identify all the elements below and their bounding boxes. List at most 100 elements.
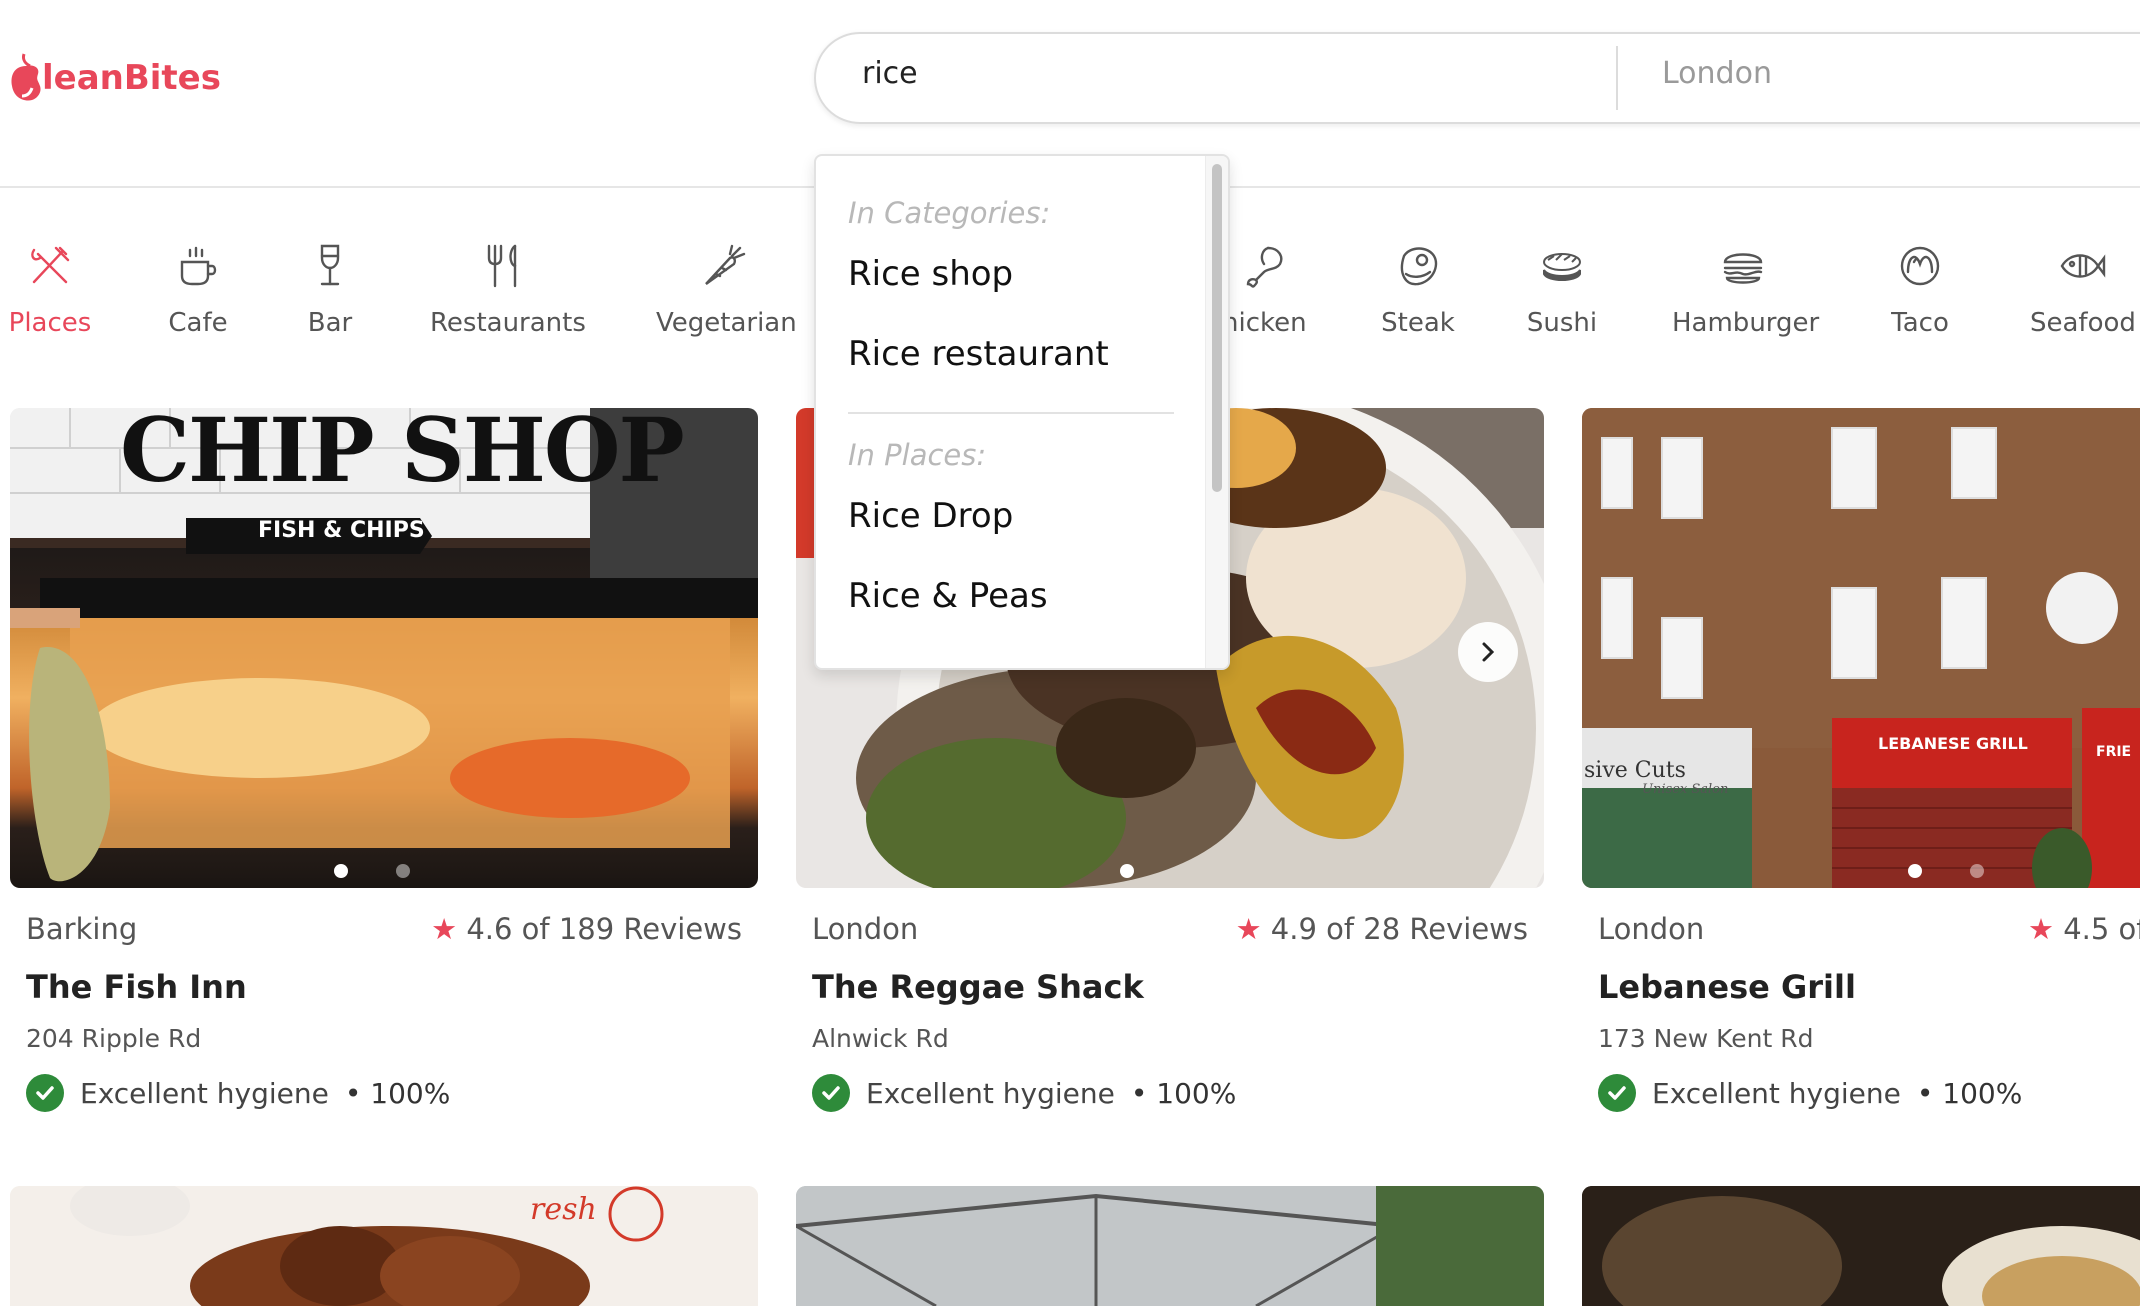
category-cafe[interactable]: Cafe (160, 236, 236, 338)
wine-glass-icon (320, 244, 340, 286)
logo-text: leanBites (42, 58, 221, 98)
category-steak[interactable]: Steak (1376, 236, 1460, 338)
hygiene-rating: Excellent hygiene • 100% (1598, 1074, 2022, 1112)
category-bar[interactable]: Bar (300, 236, 360, 338)
category-seafood[interactable]: Seafood (2030, 236, 2136, 338)
carousel-next-button[interactable] (1458, 622, 1518, 682)
rating-text: 4.9 of 28 Reviews (1270, 912, 1528, 946)
category-chicken[interactable]: hicken (1222, 236, 1307, 338)
place-city: Barking (26, 912, 138, 946)
rating-text: 4.6 of 189 Reviews (466, 912, 742, 946)
carousel-dots (1908, 864, 1984, 878)
category-sushi[interactable]: Sushi (1524, 236, 1600, 338)
category-label: Taco (1891, 308, 1949, 338)
category-hamburger[interactable]: Hamburger (1672, 236, 1820, 338)
place-rating: ★ 4.5 of (2028, 912, 2140, 946)
hygiene-label: Excellent hygiene (1652, 1076, 1901, 1110)
fish-icon (2060, 254, 2106, 278)
wings-photo (10, 1186, 758, 1306)
category-label: Cafe (168, 308, 228, 338)
hygiene-label: Excellent hygiene (866, 1076, 1115, 1110)
photo-wrapper-text: resh (530, 1192, 597, 1227)
hygiene-rating: Excellent hygiene • 100% (26, 1074, 450, 1112)
cleanbites-logo[interactable]: leanBites (8, 48, 221, 108)
storefront-sign-right: LEBANESE GRILL (1878, 734, 2028, 753)
check-circle-icon (812, 1074, 850, 1112)
category-restaurants[interactable]: Restaurants (430, 236, 586, 338)
category-label: Bar (307, 308, 353, 338)
dropdown-separator (848, 412, 1174, 414)
check-circle-icon (1598, 1074, 1636, 1112)
suggestion-rice-drop[interactable]: Rice Drop (848, 496, 1013, 536)
hamburger-icon (1723, 253, 1763, 284)
storefront-scene (1582, 408, 2140, 888)
category-vegetarian[interactable]: Vegetarian (656, 236, 797, 338)
check-circle-icon (26, 1074, 64, 1112)
star-icon: ★ (431, 912, 458, 946)
category-places[interactable]: Places (8, 236, 92, 338)
location-input[interactable]: London (1662, 56, 1772, 91)
carousel-dot[interactable] (1970, 864, 1984, 878)
categories-heading: In Categories: (848, 196, 1051, 230)
category-label: Sushi (1526, 308, 1598, 338)
carousel-dot[interactable] (334, 864, 348, 878)
category-label: Places (8, 308, 92, 338)
fork-knife-icon (487, 244, 517, 288)
place-city: London (1598, 912, 1705, 946)
category-label: Hamburger (1672, 308, 1820, 338)
star-icon: ★ (1235, 912, 1262, 946)
storefront-sign-left-sub: Unisex Salon (1642, 782, 1729, 797)
hygiene-rating: Excellent hygiene • 100% (812, 1074, 1236, 1112)
scrollbar-thumb[interactable] (1212, 164, 1222, 492)
places-heading: In Places: (848, 438, 987, 472)
dropdown-scrollbar[interactable] (1205, 156, 1228, 668)
place-city: London (812, 912, 919, 946)
rating-text: 4.5 of (2063, 912, 2140, 946)
place-name[interactable]: The Fish Inn (26, 968, 247, 1006)
category-label: Seafood (2030, 308, 2136, 338)
search-bar[interactable]: rice London (814, 32, 2140, 124)
hygiene-percent: • 100% (1130, 1076, 1237, 1110)
category-taco[interactable]: Taco (1882, 236, 1958, 338)
place-rating: ★ 4.6 of 189 Reviews (431, 912, 742, 946)
place-name[interactable]: The Reggae Shack (812, 968, 1144, 1006)
steak-icon (1400, 247, 1438, 286)
search-divider (1616, 46, 1618, 110)
umbrella-photo (796, 1186, 1544, 1306)
suggestion-rice-peas[interactable]: Rice & Peas (848, 576, 1048, 616)
carousel-dot[interactable] (1908, 864, 1922, 878)
place-address: Alnwick Rd (812, 1024, 949, 1053)
taco-icon (1900, 246, 1940, 286)
dish-photo (1582, 1186, 2140, 1306)
place-photo[interactable]: CHIP SHOP FISH & CHIPS (10, 408, 758, 888)
search-suggestions-dropdown: In Categories: Rice shop Rice restaurant… (814, 154, 1230, 670)
storefront-sign-far-right: FRIE (2096, 744, 2132, 760)
carrot-icon (705, 244, 746, 285)
place-photo-row2-3[interactable] (1582, 1186, 2140, 1306)
cutlery-cross-icon (31, 246, 70, 284)
place-address: 173 New Kent Rd (1598, 1024, 1814, 1053)
category-label: hicken (1222, 308, 1307, 338)
carousel-dot[interactable] (1120, 864, 1134, 878)
place-photo-row2-2[interactable] (796, 1186, 1544, 1306)
place-address: 204 Ripple Rd (26, 1024, 202, 1053)
place-rating: ★ 4.9 of 28 Reviews (1236, 912, 1528, 946)
suggestion-rice-restaurant[interactable]: Rice restaurant (848, 334, 1109, 374)
sushi-icon (1543, 253, 1581, 281)
chevron-right-icon (1482, 642, 1495, 662)
hygiene-label: Excellent hygiene (80, 1076, 329, 1110)
carousel-dots (334, 864, 410, 878)
suggestion-rice-shop[interactable]: Rice shop (848, 254, 1013, 294)
category-label: Vegetarian (656, 308, 797, 338)
place-photo[interactable]: sive Cuts Unisex Salon LEBANESE GRILL FR… (1582, 408, 2140, 888)
place-photo-row2-1[interactable]: resh (10, 1186, 758, 1306)
search-input[interactable]: rice (862, 56, 918, 91)
place-name[interactable]: Lebanese Grill (1598, 968, 1856, 1006)
pear-logo-icon (11, 53, 41, 101)
carousel-dot[interactable] (396, 864, 410, 878)
chicken-leg-icon (1246, 246, 1283, 288)
star-icon: ★ (2028, 912, 2054, 946)
category-label: Steak (1381, 308, 1455, 338)
photo-sign-text: CHIP SHOP (120, 408, 685, 502)
carousel-dots (1120, 864, 1134, 878)
